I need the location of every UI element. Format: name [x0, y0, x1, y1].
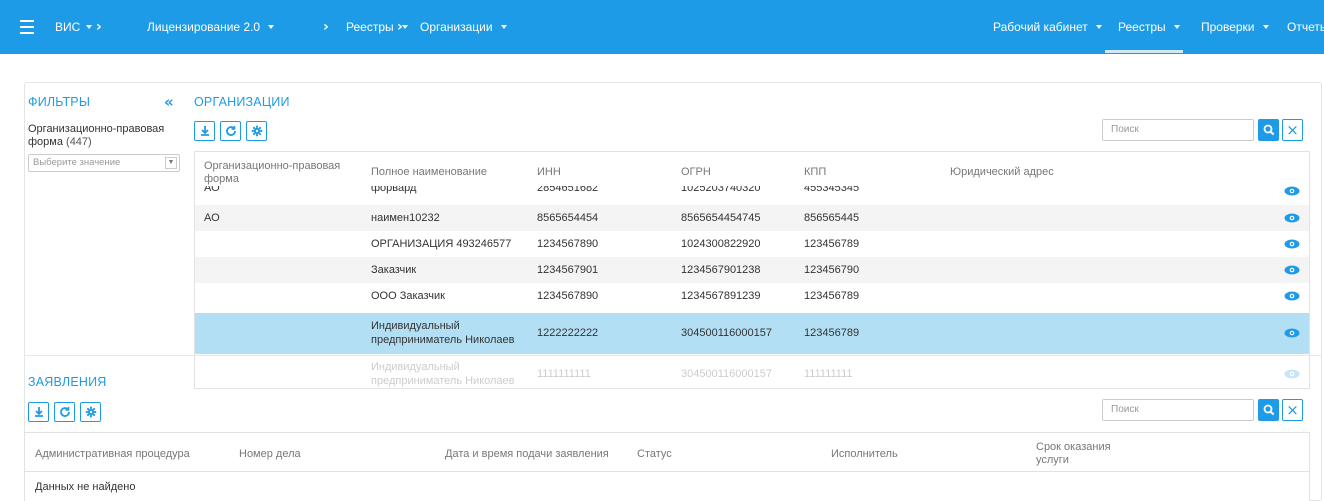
col-header-service-term[interactable]: Срок оказания услуги [1036, 441, 1111, 467]
filter-label: Организационно-правовая форма (447) [28, 123, 165, 148]
refresh-icon [225, 126, 236, 136]
collapse-filters-icon[interactable]: « [164, 93, 174, 111]
col-header-submitted-at[interactable]: Дата и время подачи заявления [445, 448, 609, 461]
download-button[interactable] [194, 121, 215, 141]
nav-workspace-menu[interactable]: Рабочий кабинет [993, 0, 1102, 54]
menu-icon[interactable] [19, 0, 35, 54]
search-icon [1263, 404, 1274, 416]
col-header-procedure[interactable]: Административная процедура [35, 448, 190, 461]
nav-app-dropdown[interactable]: ВИС [55, 0, 93, 54]
nav-reports-menu[interactable]: Отчеты [1287, 0, 1324, 54]
search-button[interactable] [1258, 119, 1279, 141]
nav-page-dropdown[interactable]: Организации [420, 0, 507, 54]
view-eye-icon[interactable] [1284, 239, 1300, 249]
nav-module-dropdown[interactable]: Лицензирование 2.0 [147, 0, 275, 54]
settings-button[interactable] [246, 121, 267, 141]
table-row[interactable]: АО наимен10232 8565654454 8565654454745 … [195, 205, 1309, 231]
view-eye-icon[interactable] [1284, 369, 1300, 379]
refresh-button[interactable] [220, 121, 241, 141]
gear-icon [85, 406, 96, 418]
col-header-address[interactable]: Юридический адрес [950, 166, 1054, 179]
download-icon [34, 407, 43, 417]
nav-registries-menu[interactable]: Реестры [1118, 0, 1180, 54]
view-eye-icon[interactable] [1284, 213, 1300, 223]
nav-inspections-menu[interactable]: Проверки [1201, 0, 1269, 54]
col-header-kpp[interactable]: КПП [804, 166, 826, 179]
download-icon [200, 126, 209, 136]
filters-title: ФИЛЬТРЫ [28, 95, 91, 109]
empty-state-text: Данных не найдено [35, 481, 136, 493]
table-row[interactable]: ООО Заказчик 1234567890 1234567891239 12… [195, 283, 1309, 309]
table-row-selected[interactable]: Индивидуальный предприниматель Николаев … [195, 313, 1309, 354]
search-button[interactable] [1258, 399, 1279, 421]
breadcrumb-chevron-icon: › [397, 19, 403, 35]
search-icon [1263, 124, 1274, 136]
refresh-button[interactable] [54, 402, 75, 422]
active-tab-indicator [1105, 50, 1183, 53]
section-divider [24, 355, 1322, 356]
applications-title: ЗАЯВЛЕНИЯ [28, 375, 107, 389]
chevron-down-icon: ▼ [165, 157, 177, 169]
org-search-input[interactable]: Поиск [1102, 119, 1254, 141]
view-eye-icon[interactable] [1284, 265, 1300, 275]
gear-icon [251, 125, 262, 137]
applications-table: Административная процедура Номер дела Да… [24, 432, 1310, 501]
col-header-full-name[interactable]: Полное наименование [371, 166, 487, 179]
clear-search-button[interactable]: × [1282, 399, 1303, 421]
top-navbar: ВИС › Лицензирование 2.0 › Реестры › Орг… [0, 0, 1324, 54]
col-header-case-number[interactable]: Номер дела [239, 448, 301, 461]
col-header-legal-form[interactable]: Организационно-правовая форма [204, 160, 364, 186]
breadcrumb-chevron-icon: › [96, 19, 102, 35]
applications-search-input[interactable]: Поиск [1102, 399, 1254, 421]
settings-button[interactable] [80, 402, 101, 422]
col-header-ogrn[interactable]: ОГРН [681, 166, 711, 179]
clear-search-button[interactable]: × [1282, 119, 1303, 141]
organizations-table: Организационно-правовая форма Полное наи… [194, 151, 1310, 389]
refresh-icon [59, 407, 70, 417]
organizations-title: ОРГАНИЗАЦИИ [194, 95, 290, 109]
table-row[interactable]: Заказчик 1234567901 1234567901238 123456… [195, 257, 1309, 283]
table-row[interactable]: ОРГАНИЗАЦИЯ 493246577 1234567890 1024300… [195, 231, 1309, 257]
col-header-status[interactable]: Статус [637, 448, 672, 461]
legal-form-select[interactable]: Выберите значение ▼ [28, 154, 180, 172]
view-eye-icon[interactable] [1284, 186, 1300, 196]
view-eye-icon[interactable] [1284, 328, 1300, 338]
col-header-executor[interactable]: Исполнитель [831, 448, 898, 461]
view-eye-icon[interactable] [1284, 291, 1300, 301]
table-row[interactable]: Индивидуальный предприниматель Николаев … [195, 355, 1309, 388]
close-icon: × [1286, 121, 1299, 139]
download-button[interactable] [28, 402, 49, 422]
col-header-inn[interactable]: ИНН [537, 166, 561, 179]
header-divider [25, 471, 1309, 472]
close-icon: × [1286, 401, 1299, 419]
table-row[interactable]: АО форвард 2854651682 1025203740320 4553… [195, 186, 1309, 202]
breadcrumb-chevron-icon: › [323, 19, 329, 35]
